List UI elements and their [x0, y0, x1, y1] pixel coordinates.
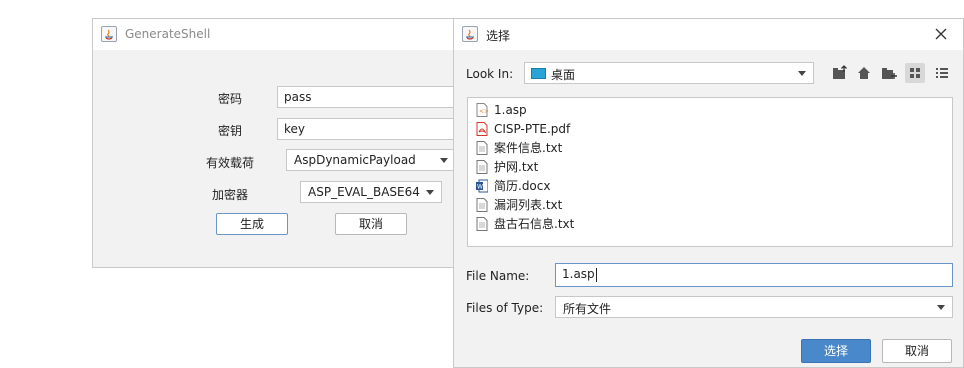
password-field[interactable]: pass — [277, 86, 457, 108]
list-item[interactable]: 案件信息.txt — [476, 138, 562, 157]
list-item[interactable]: CISP-PTE.pdf — [476, 119, 570, 138]
file-name: 护网.txt — [494, 160, 539, 174]
files-of-type-value: 所有文件 — [563, 302, 612, 316]
list-item[interactable]: W 简历.docx — [476, 176, 550, 195]
svg-text:W: W — [477, 183, 483, 190]
password-label: 密码 — [218, 92, 243, 106]
text-file-icon — [476, 140, 488, 155]
text-file-icon — [476, 216, 488, 231]
file-name: CISP-PTE.pdf — [494, 121, 571, 136]
payload-select[interactable]: AspDynamicPayload — [286, 149, 456, 171]
file-name: 1.asp — [494, 102, 527, 117]
pdf-file-icon — [476, 121, 488, 136]
up-folder-icon[interactable] — [830, 63, 850, 83]
look-in-value: 桌面 — [551, 68, 576, 82]
chevron-down-icon — [440, 158, 448, 163]
list-item[interactable]: 护网.txt — [476, 157, 538, 176]
word-file-icon: W — [476, 179, 489, 193]
file-name: 漏洞列表.txt — [494, 198, 563, 212]
new-folder-icon[interactable] — [879, 63, 899, 83]
java-app-icon — [462, 26, 478, 42]
generate-shell-window: GenerateShell 密码 pass 密钥 key 有效载荷 AspDyn… — [92, 18, 457, 268]
generate-shell-titlebar: GenerateShell — [93, 19, 453, 50]
look-in-label: Look In: — [466, 67, 514, 81]
chevron-down-icon — [798, 71, 806, 76]
text-file-icon — [476, 197, 488, 212]
cancel-button[interactable]: 取消 — [335, 213, 407, 235]
list-view-icon[interactable] — [932, 63, 952, 83]
key-field[interactable]: key — [277, 118, 457, 140]
payload-select-value: AspDynamicPayload — [294, 153, 416, 167]
payload-label: 有效载荷 — [206, 156, 255, 170]
file-name-value: 1.asp — [562, 267, 595, 281]
home-icon[interactable] — [854, 63, 874, 83]
grid-view-icon[interactable] — [905, 63, 925, 83]
encryptor-select-value: ASP_EVAL_BASE64 — [308, 185, 420, 199]
encryptor-select[interactable]: ASP_EVAL_BASE64 — [300, 181, 442, 203]
select-button[interactable]: 选择 — [801, 339, 871, 363]
list-item[interactable]: 盘古石信息.txt — [476, 214, 574, 233]
file-list[interactable]: <> 1.asp CISP-PTE.pdf 案件信息.txt 护网.txt W — [467, 97, 953, 247]
dialog-titlebar: 选择 — [454, 19, 963, 50]
window-title: GenerateShell — [125, 27, 211, 41]
file-name-label: File Name: — [466, 269, 530, 283]
files-of-type-select[interactable]: 所有文件 — [555, 296, 953, 318]
close-icon[interactable] — [933, 26, 949, 42]
file-name: 简历.docx — [494, 179, 551, 193]
look-in-select[interactable]: 桌面 — [524, 62, 814, 84]
file-name: 盘古石信息.txt — [494, 217, 575, 231]
encryptor-label: 加密器 — [212, 188, 249, 202]
generate-button[interactable]: 生成 — [216, 213, 288, 235]
chevron-down-icon — [426, 190, 434, 195]
text-caret — [595, 267, 597, 282]
java-app-icon — [101, 26, 117, 42]
chevron-down-icon — [937, 305, 945, 310]
files-of-type-label: Files of Type: — [466, 301, 544, 315]
asp-file-icon: <> — [476, 102, 489, 117]
dialog-title: 选择 — [486, 29, 511, 43]
list-item[interactable]: 漏洞列表.txt — [476, 195, 562, 214]
list-item[interactable]: <> 1.asp — [476, 100, 527, 119]
key-label: 密钥 — [218, 124, 243, 138]
file-chooser-dialog: 选择 Look In: 桌面 <> 1.asp CISP-PTE.pdf 案件信… — [453, 18, 964, 368]
desktop-icon — [531, 68, 546, 79]
text-file-icon — [476, 159, 488, 174]
file-name-input[interactable]: 1.asp — [555, 263, 953, 287]
svg-text:<>: <> — [479, 108, 488, 115]
dialog-cancel-button[interactable]: 取消 — [882, 339, 952, 363]
file-name: 案件信息.txt — [494, 141, 563, 155]
